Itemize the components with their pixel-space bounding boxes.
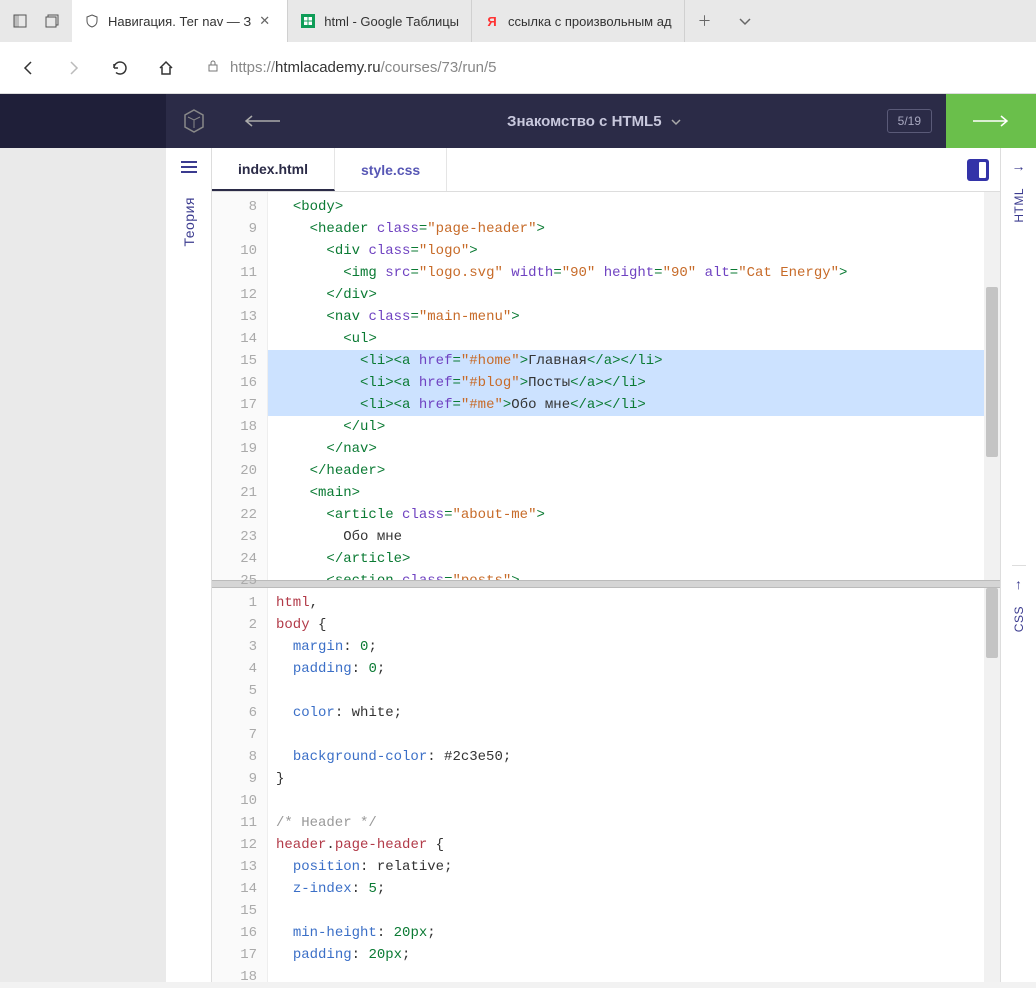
html-code-area[interactable]: <body> <header class="page-header"> <div… (268, 192, 984, 580)
sheets-icon (300, 13, 316, 29)
shield-icon (84, 13, 100, 29)
rail-label-css: CSS (1012, 606, 1026, 632)
css-line-gutter: 123456789101112131415161718 (212, 588, 268, 982)
main-area: Теория index.html style.css 891011121314… (0, 148, 1036, 982)
left-gutter-pad (0, 148, 166, 982)
theory-label[interactable]: Теория (181, 197, 197, 247)
app-header-left-pad (0, 94, 166, 148)
editors-column: index.html style.css 8910111213141516171… (212, 148, 1000, 982)
course-back-button[interactable] (222, 114, 302, 128)
css-code-area[interactable]: html,body { margin: 0; padding: 0; color… (268, 588, 984, 982)
file-tab-index[interactable]: index.html (212, 148, 335, 191)
rail-label-html: HTML (1012, 188, 1026, 223)
file-tab-bar: index.html style.css (212, 148, 1000, 192)
app-logo[interactable] (166, 107, 222, 135)
css-scrollbar[interactable] (984, 588, 1000, 982)
preview-rail-css[interactable]: ↑ CSS (1012, 565, 1026, 982)
window-button-2[interactable] (38, 7, 66, 35)
new-tab-button[interactable]: ＋ (685, 0, 725, 42)
pane-divider[interactable] (212, 580, 1000, 588)
html-line-gutter: 8910111213141516171819202122232425 (212, 192, 268, 580)
window-controls (0, 0, 72, 42)
menu-icon[interactable] (180, 160, 198, 177)
yandex-icon: Я (484, 13, 500, 29)
html-editor[interactable]: 8910111213141516171819202122232425 <body… (212, 192, 1000, 580)
lock-icon (206, 59, 220, 77)
course-title[interactable]: Знакомство с HTML5 (302, 113, 887, 130)
html-scrollbar[interactable] (984, 192, 1000, 580)
home-button[interactable] (148, 50, 184, 86)
css-editor[interactable]: 123456789101112131415161718 html,body { … (212, 588, 1000, 982)
tab-title: ссылка с произвольным ад (508, 14, 672, 29)
browser-tab-strip: Навигация. Тег nav — З ✕ html - Google Т… (0, 0, 1036, 42)
theory-sidebar: Теория (166, 148, 212, 982)
window-button-1[interactable] (6, 7, 34, 35)
tab-title: html - Google Таблицы (324, 14, 459, 29)
browser-toolbar: https://htmlacademy.ru/courses/73/run/5 (0, 42, 1036, 94)
address-url: https://htmlacademy.ru/courses/73/run/5 (230, 59, 497, 76)
preview-rail: → HTML ↑ CSS (1000, 148, 1036, 982)
back-button[interactable] (10, 50, 46, 86)
arrow-right-icon: → (1012, 158, 1026, 174)
course-title-text: Знакомство с HTML5 (507, 113, 662, 130)
browser-tab-2[interactable]: Я ссылка с произвольным ад (472, 0, 685, 42)
tab-title: Навигация. Тег nav — З (108, 14, 251, 29)
next-step-button[interactable] (946, 94, 1036, 148)
arrow-up-icon: ↑ (1015, 576, 1022, 592)
file-tab-style[interactable]: style.css (335, 148, 447, 191)
browser-tab-1[interactable]: html - Google Таблицы (288, 0, 472, 42)
reload-button[interactable] (102, 50, 138, 86)
tab-overflow-button[interactable] (725, 0, 765, 42)
step-counter: 5/19 (887, 109, 932, 133)
preview-rail-html[interactable]: → HTML (1012, 148, 1026, 565)
layout-toggle-button[interactable] (956, 148, 1000, 191)
forward-button[interactable] (56, 50, 92, 86)
app-header: Знакомство с HTML5 5/19 (0, 94, 1036, 148)
address-bar[interactable]: https://htmlacademy.ru/courses/73/run/5 (194, 50, 1026, 86)
chevron-down-icon (670, 113, 682, 130)
browser-tab-0[interactable]: Навигация. Тег nav — З ✕ (72, 0, 288, 42)
close-icon[interactable]: ✕ (259, 13, 275, 29)
